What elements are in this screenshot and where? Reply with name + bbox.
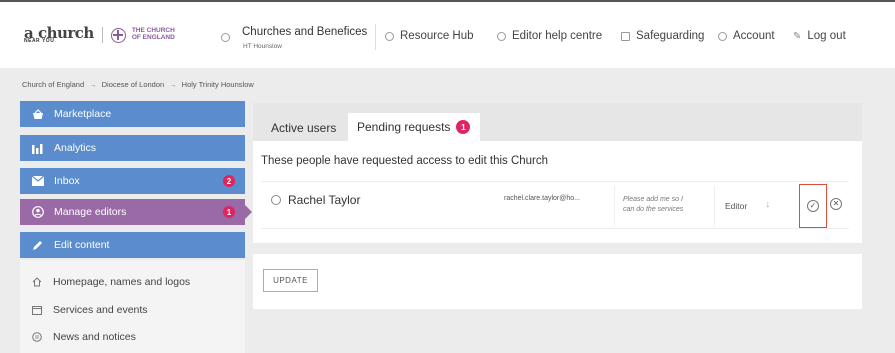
breadcrumb-separator: → (169, 80, 177, 89)
sidebar-item-marketplace[interactable]: Marketplace (20, 101, 245, 127)
header-divider (375, 24, 376, 50)
active-item-pointer (245, 205, 252, 219)
nav-safeguarding[interactable]: Safeguarding (621, 30, 704, 42)
approve-button[interactable]: ✓ (799, 184, 827, 228)
inbox-count-badge: 2 (223, 175, 235, 187)
sidebar-subitem-news[interactable]: News and notices (32, 331, 136, 343)
church-of-england-logo-text: THE CHURCH OF ENGLAND (131, 27, 175, 41)
bar-chart-icon (32, 142, 44, 154)
update-button[interactable]: UPDATE (263, 269, 318, 292)
sidebar-subitem-homepage[interactable]: Homepage, names and logos (32, 276, 190, 288)
sidebar-item-edit-content[interactable]: Edit content (20, 232, 245, 258)
panel-heading: These people have requested access to ed… (261, 155, 549, 167)
nav-editor-help[interactable]: Editor help centre (497, 30, 602, 42)
sidebar-item-manage-editors[interactable]: Manage editors 1 (20, 199, 245, 225)
hub-icon (385, 31, 394, 41)
site-logo[interactable]: a church NEAR YOU THE CHURCH OF ENGLAND (24, 26, 175, 44)
a-church-near-you-logo: a church NEAR YOU (24, 24, 94, 44)
calendar-icon (32, 305, 42, 315)
home-icon (32, 277, 42, 287)
church-context-title[interactable]: Churches and Benefices (242, 26, 367, 38)
request-note: Please add me so I can do the services (614, 186, 704, 226)
tab-active-users[interactable]: Active users (271, 114, 336, 141)
requester-name: Rachel Taylor (271, 193, 360, 207)
check-circle-icon: ✓ (807, 200, 819, 212)
update-panel: UPDATE (253, 254, 862, 309)
logout-icon: ✎ (793, 30, 802, 42)
user-icon (32, 206, 44, 218)
requester-email: rachel.clare.taylor@ho... (504, 195, 580, 202)
editors-count-badge: 1 (223, 206, 235, 218)
basket-icon (32, 108, 44, 120)
user-icon (271, 195, 281, 205)
table-row: Rachel Taylor rachel.clare.taylor@ho... … (261, 181, 849, 229)
breadcrumb-item[interactable]: Holy Trinity Hounslow (182, 80, 254, 89)
nav-log-out[interactable]: ✎ Log out (793, 30, 846, 42)
breadcrumb-separator: → (89, 80, 97, 89)
sidebar-item-inbox[interactable]: Inbox 2 (20, 168, 245, 194)
pending-count-badge: 1 (456, 120, 471, 134)
news-icon (32, 332, 42, 342)
sidebar-item-analytics[interactable]: Analytics (20, 135, 245, 161)
sidebar-subitem-services[interactable]: Services and events (32, 304, 148, 316)
logo-divider (101, 27, 103, 43)
edit-content-submenu: Homepage, names and logos Services and e… (20, 260, 245, 353)
top-header: a church NEAR YOU THE CHURCH OF ENGLAND … (0, 0, 895, 68)
account-icon (718, 31, 727, 41)
breadcrumb: Church of England → Diocese of London → … (22, 80, 254, 89)
close-circle-icon: ✕ (830, 198, 842, 210)
church-context-subtitle: HT Hounslow (243, 43, 282, 50)
arrow-down-icon: ↓ (765, 199, 771, 210)
reject-button[interactable]: ✕ (830, 198, 842, 210)
editors-panel: Active users Pending requests 1 These pe… (253, 103, 862, 243)
nav-resource-hub[interactable]: Resource Hub (385, 30, 474, 42)
mail-icon (32, 175, 44, 187)
tab-bar: Active users Pending requests 1 (253, 103, 862, 141)
safeguarding-icon (621, 31, 630, 41)
nav-account[interactable]: Account (718, 30, 775, 42)
breadcrumb-item[interactable]: Diocese of London (102, 80, 165, 89)
help-icon (497, 31, 506, 41)
tab-pending-requests[interactable]: Pending requests 1 (348, 113, 481, 141)
church-switch-icon[interactable] (221, 33, 230, 42)
church-of-england-icon (110, 27, 126, 43)
breadcrumb-item[interactable]: Church of England (22, 80, 84, 89)
role-select[interactable]: Editor ↓ (714, 186, 796, 226)
pencil-icon (32, 239, 44, 251)
